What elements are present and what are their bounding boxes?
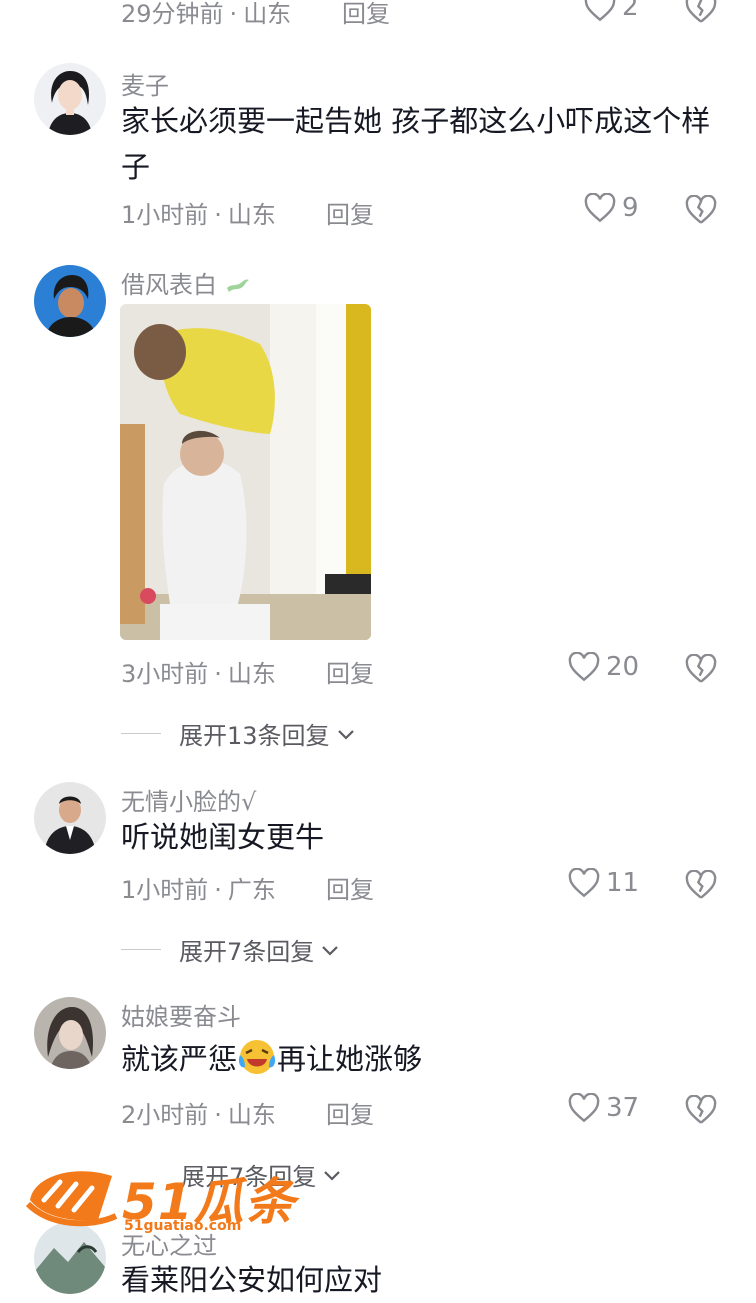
comment-text: 家长必须要一起告她 孩子都这么小吓成这个样子 — [121, 104, 711, 184]
expand-replies-button[interactable]: 展开7条回复 — [121, 932, 340, 967]
like-button[interactable]: 9 — [584, 193, 639, 223]
avatar-image — [34, 265, 106, 337]
watermark-url: 51guatiao.com — [124, 1218, 242, 1234]
photo-image — [120, 304, 371, 640]
avatar[interactable] — [34, 997, 106, 1069]
comment-text: 看莱阳公安如何应对 — [121, 1263, 383, 1297]
like-count: 37 — [606, 1093, 640, 1123]
heart-icon — [584, 0, 616, 22]
chevron-down-icon — [322, 945, 339, 956]
watermark-logo: 51瓜条 51guatiao.com — [24, 1160, 295, 1240]
like-button[interactable]: 11 — [568, 868, 639, 898]
expand-replies-label: 展开7条回复 — [179, 938, 315, 966]
like-count: 2 — [622, 0, 639, 22]
reply-button[interactable]: 回复 — [326, 195, 374, 230]
avatar-image — [34, 782, 106, 854]
comment-meta: 2小时前 · 山东 — [121, 1101, 276, 1129]
avatar[interactable] — [34, 782, 106, 854]
like-button[interactable]: 20 — [568, 652, 639, 682]
like-button[interactable]: 2 — [584, 0, 639, 22]
comment-meta: 3小时前 · 山东 — [121, 660, 276, 688]
avatar[interactable] — [34, 63, 106, 135]
dislike-button[interactable] — [685, 195, 717, 225]
heart-icon — [568, 1093, 600, 1123]
broken-heart-icon — [685, 0, 717, 23]
broken-heart-icon — [685, 654, 717, 683]
username[interactable]: 无情小脸的√ — [121, 782, 256, 817]
username[interactable]: 麦子 — [121, 66, 169, 101]
broken-heart-icon — [685, 1095, 717, 1124]
crying-laughing-emoji-icon — [238, 1040, 276, 1074]
divider-line — [121, 949, 161, 950]
heart-icon — [584, 193, 616, 223]
like-button[interactable]: 37 — [568, 1093, 639, 1123]
comment-meta: 29分钟前 · 山东 — [121, 0, 292, 28]
heart-icon — [568, 652, 600, 682]
reply-button[interactable]: 回复 — [326, 1095, 374, 1130]
like-count: 20 — [606, 652, 640, 682]
comment-meta: 1小时前 · 广东 — [121, 876, 276, 904]
broken-heart-icon — [685, 195, 717, 224]
dislike-button[interactable] — [685, 1095, 717, 1125]
lizard-emoji-icon — [226, 279, 249, 292]
reply-button[interactable]: 回复 — [326, 654, 374, 689]
comment-meta: 1小时前 · 山东 — [121, 201, 276, 229]
avatar-image — [34, 63, 106, 135]
comment-text: 听说她闺女更牛 — [121, 820, 325, 854]
chevron-down-icon — [324, 1170, 341, 1181]
broken-heart-icon — [685, 870, 717, 899]
reply-button[interactable]: 回复 — [326, 870, 374, 905]
like-count: 9 — [622, 193, 639, 223]
expand-replies-label: 展开13条回复 — [179, 722, 330, 750]
avatar[interactable] — [34, 265, 106, 337]
username[interactable]: 姑娘要奋斗 — [121, 997, 241, 1032]
dislike-button[interactable] — [685, 654, 717, 684]
expand-replies-button[interactable]: 展开13条回复 — [121, 716, 356, 751]
reply-button[interactable]: 回复 — [342, 0, 390, 29]
heart-icon — [568, 868, 600, 898]
dislike-button[interactable] — [685, 870, 717, 900]
username[interactable]: 借风表白 — [121, 265, 251, 300]
avatar-image — [34, 997, 106, 1069]
dislike-button[interactable] — [685, 0, 717, 24]
comment-image[interactable] — [120, 304, 371, 640]
divider-line — [121, 733, 161, 734]
like-count: 11 — [606, 868, 640, 898]
comment-text: 就该严惩 再让她涨够 — [121, 1036, 711, 1082]
chevron-down-icon — [337, 729, 354, 740]
